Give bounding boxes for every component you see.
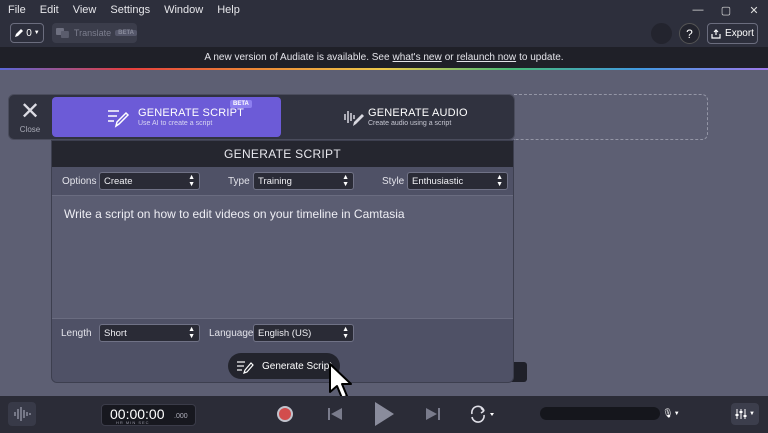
avatar[interactable]	[651, 23, 672, 44]
mixer-dropdown-button[interactable]: ▼	[731, 403, 759, 425]
select-arrows-icon: ▲ ▼	[342, 174, 349, 188]
toolbar: 0 ▼ Translate BETA ? Export	[0, 20, 768, 47]
type-value: Training	[258, 175, 292, 187]
translate-icon	[56, 28, 69, 38]
chevron-down-icon: ▼	[673, 410, 680, 417]
skip-forward-icon[interactable]	[424, 405, 442, 423]
tab-script-title: GENERATE SCRIPT	[138, 107, 245, 119]
microphone-dropdown-button[interactable]: 🎙 ▼	[661, 406, 681, 421]
minimize-button[interactable]: —	[684, 0, 712, 20]
close-panel-button[interactable]: ✕ Close	[9, 95, 51, 139]
generate-tabs-panel: ✕ Close GENERATE SCRIPT Use AI to create…	[8, 94, 515, 140]
sliders-icon	[735, 409, 747, 419]
style-select[interactable]: Enthusiastic ▲ ▼	[407, 172, 508, 190]
window-controls: — ▢ ✕	[684, 0, 768, 20]
select-arrows-icon: ▲ ▼	[342, 326, 349, 340]
options-select[interactable]: Create ▲ ▼	[99, 172, 200, 190]
tab-generate-audio[interactable]: GENERATE AUDIO Create audio using a scri…	[292, 97, 512, 137]
playback-bar: 00:00:00 .000 HR MIN SEC 🎙 ▼ ▼	[0, 396, 768, 433]
banner-prefix: A new version of Audiate is available. S…	[204, 52, 390, 63]
generate-script-label: Generate Script	[262, 360, 333, 372]
help-button[interactable]: ?	[679, 23, 700, 44]
audio-wave-pen-icon	[344, 111, 364, 126]
close-icon: ✕	[19, 97, 41, 125]
waveform-toggle-button[interactable]	[8, 402, 36, 426]
chevron-down-icon: ▼	[33, 30, 40, 36]
playback-progress-track[interactable]	[540, 407, 660, 420]
tab-script-subtitle: Use AI to create a script	[138, 120, 213, 127]
update-banner: A new version of Audiate is available. S…	[0, 47, 768, 68]
menu-file[interactable]: File	[8, 4, 26, 16]
length-select[interactable]: Short ▲ ▼	[99, 324, 200, 342]
rainbow-divider	[0, 68, 768, 70]
drop-zone	[514, 94, 708, 140]
beta-badge: BETA	[230, 100, 252, 108]
pen-count: 0	[26, 27, 32, 39]
banner-middle: or	[444, 52, 454, 63]
select-arrows-icon: ▲ ▼	[188, 174, 195, 188]
menu-window[interactable]: Window	[164, 4, 203, 16]
pen-icon	[15, 29, 24, 37]
length-label: Length	[61, 328, 92, 339]
play-icon[interactable]	[372, 401, 396, 427]
tab-generate-script[interactable]: GENERATE SCRIPT Use AI to create a scrip…	[52, 97, 281, 137]
close-label: Close	[19, 124, 41, 134]
options-value: Create	[104, 175, 133, 187]
export-label: Export	[725, 28, 754, 39]
record-button[interactable]	[277, 406, 293, 422]
timecode-display: 00:00:00 .000 HR MIN SEC	[101, 404, 196, 426]
pen-dropdown-button[interactable]: 0 ▼	[10, 23, 44, 43]
menu-help[interactable]: Help	[217, 4, 240, 16]
style-value: Enthusiastic	[412, 175, 464, 187]
language-value: English (US)	[258, 327, 312, 339]
options-row: Options Create ▲ ▼ Type Training ▲ ▼ Style…	[52, 169, 513, 193]
translate-label: Translate	[73, 28, 112, 38]
relaunch-now-link[interactable]: relaunch now	[457, 52, 516, 63]
menu-bar: File Edit View Settings Window Help	[0, 0, 768, 20]
maximize-button[interactable]: ▢	[712, 0, 740, 20]
skip-back-icon[interactable]	[326, 405, 344, 423]
length-language-row: Length Short ▲ ▼ Language English (US) ▲ ▼	[52, 321, 513, 345]
loop-icon[interactable]	[469, 405, 495, 423]
select-arrows-icon: ▲ ▼	[188, 326, 195, 340]
select-arrows-icon: ▲ ▼	[496, 174, 503, 188]
generate-script-button[interactable]: Generate Script	[228, 353, 340, 379]
language-select[interactable]: English (US) ▲ ▼	[253, 324, 354, 342]
card-title: GENERATE SCRIPT	[52, 141, 513, 167]
export-button[interactable]: Export	[707, 23, 758, 44]
script-prompt-textarea[interactable]: Write a script on how to edit videos on …	[52, 195, 513, 319]
banner-suffix: to update.	[519, 52, 564, 63]
timecode-ms: .000	[174, 413, 188, 420]
menu-edit[interactable]: Edit	[40, 4, 59, 16]
timecode-units: HR MIN SEC	[116, 420, 150, 425]
menu-view[interactable]: View	[73, 4, 97, 16]
microphone-icon: 🎙	[662, 408, 674, 418]
options-label: Options	[62, 175, 97, 187]
whats-new-link[interactable]: what's new	[393, 52, 442, 63]
tab-audio-subtitle: Create audio using a script	[368, 120, 452, 127]
menu-settings[interactable]: Settings	[110, 4, 150, 16]
language-label: Language	[209, 328, 254, 339]
type-select[interactable]: Training ▲ ▼	[253, 172, 354, 190]
close-window-button[interactable]: ✕	[740, 0, 768, 20]
type-label: Type	[228, 175, 250, 187]
chevron-down-icon: ▼	[749, 411, 755, 417]
generate-script-card: GENERATE SCRIPT Options Create ▲ ▼ Type T…	[51, 140, 514, 383]
style-label: Style	[382, 175, 405, 187]
length-value: Short	[104, 327, 127, 339]
tab-audio-title: GENERATE AUDIO	[368, 107, 468, 119]
script-pen-icon	[108, 110, 130, 128]
script-pen-icon	[237, 361, 254, 374]
waveform-icon	[14, 407, 31, 421]
beta-badge: BETA	[115, 30, 137, 36]
translate-button[interactable]: Translate BETA	[52, 23, 137, 43]
export-icon	[711, 28, 721, 39]
